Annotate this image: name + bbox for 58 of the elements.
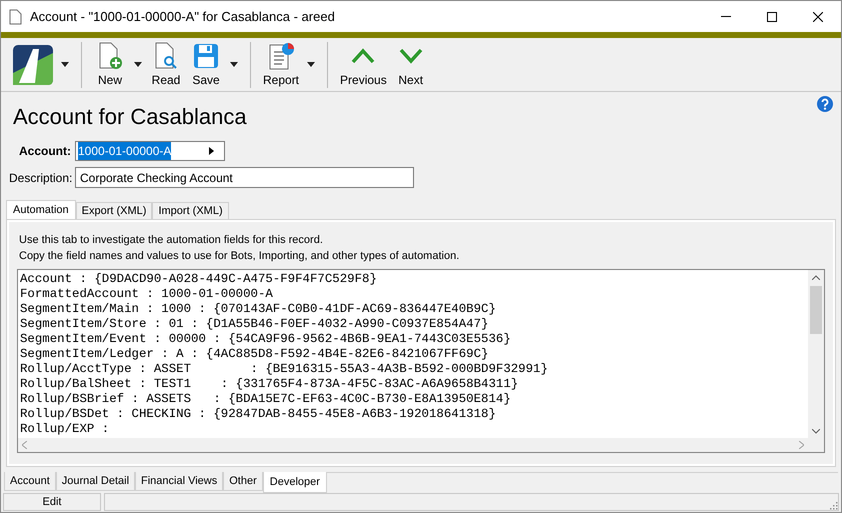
close-icon — [813, 12, 823, 22]
automation-line: SegmentItem/Main : 1000 : {070143AF-C0B0-41DF-AC69-836447E40B9C} — [20, 302, 496, 317]
tab[interactable]: Export (XML) — [76, 202, 152, 219]
caret-icon[interactable] — [230, 62, 238, 67]
account-field[interactable]: 1000-01-00000-A — [75, 141, 225, 161]
maximize-icon — [767, 12, 777, 22]
chevron-down-icon — [398, 48, 423, 64]
instruction-text: Copy the field names and values to use for Bots, Importing, and other types of automation. — [19, 249, 460, 264]
automation-line: SegmentItem/Store : 01 : {D1A55B46-F0EF-4032-A990-C0937E854A47} — [20, 317, 488, 332]
minimize-icon — [721, 16, 731, 17]
next-button[interactable]: Next — [390, 40, 431, 88]
automation-line: Rollup/EXP : — [20, 422, 110, 437]
description-field[interactable]: Corporate Checking Account — [75, 167, 414, 188]
automation-line: Rollup/BSDet : CHECKING : {92847DAB-8455-45E8-A6B3-192018641318} — [20, 407, 496, 422]
caret-icon[interactable] — [307, 62, 316, 67]
arrow-right-icon[interactable] — [209, 147, 214, 155]
read-button[interactable]: Read — [146, 40, 186, 88]
new-document-icon — [97, 42, 123, 70]
document-search-icon — [153, 42, 179, 70]
vertical-scrollbar[interactable] — [808, 270, 824, 452]
caret-icon[interactable] — [61, 62, 69, 67]
tab[interactable]: Journal Detail — [56, 472, 136, 491]
tab[interactable]: Other — [223, 472, 263, 491]
tab[interactable]: Account — [4, 472, 56, 491]
instruction-text: Use this tab to investigate the automation fields for this record. — [19, 233, 324, 248]
save-button[interactable]: Save — [186, 40, 226, 88]
tab[interactable]: Import (XML) — [152, 202, 229, 219]
scroll-up-icon[interactable] — [812, 275, 820, 280]
help-icon[interactable] — [817, 96, 833, 112]
resize-grip-icon[interactable] — [830, 502, 838, 510]
automation-line: SegmentItem/Ledger : A : {4AC885D8-F592-4B4E-82E6-8421067FF69C} — [20, 347, 488, 362]
logo-icon — [13, 44, 53, 84]
tab[interactable]: Developer — [262, 472, 327, 493]
automation-line: Rollup/BalSheet : TEST1 : {331765F4-873A-4F5C-83AC-A6A9658B4311} — [20, 377, 518, 392]
status-mode: Edit — [3, 493, 101, 511]
report-icon — [267, 42, 296, 70]
window-title: Account - "1000-01-00000-A" for Casablanca - areed — [30, 8, 335, 26]
scroll-thumb[interactable] — [810, 286, 822, 334]
automation-line: Account : {D9DACD90-A028-449C-A475-F9F4F7C529F8} — [20, 272, 377, 287]
automation-text-area[interactable] — [17, 269, 825, 453]
tab[interactable]: Financial Views — [135, 472, 224, 491]
chevron-up-icon — [351, 48, 376, 64]
document-icon — [9, 8, 22, 24]
report-button[interactable]: Report — [259, 40, 304, 88]
page-heading: Account for Casablanca — [13, 103, 247, 131]
save-icon — [194, 44, 218, 68]
description-label: Description: — [9, 170, 74, 186]
tab[interactable]: Automation — [6, 200, 76, 219]
automation-line: FormattedAccount : 1000-01-00000-A — [20, 287, 273, 302]
previous-button[interactable]: Previous — [336, 40, 391, 88]
account-value: 1000-01-00000-A — [78, 142, 172, 160]
automation-line: Rollup/AcctType : ASSET : {BE916315-55A3-4A3B-B592-000BD9F32991} — [20, 362, 548, 377]
automation-line: SegmentItem/Event : 00000 : {54CA9F96-9562-4B6B-9EA1-7443C03E5536} — [20, 332, 511, 347]
account-label: Account: — [18, 143, 72, 160]
scroll-down-icon[interactable] — [812, 429, 820, 434]
caret-icon[interactable] — [134, 62, 142, 67]
new-button[interactable]: New — [90, 40, 130, 88]
automation-line: Rollup/BSBrief : ASSETS : {BDA15E7C-EF63-4C0C-B730-E8A13950E814} — [20, 392, 511, 407]
